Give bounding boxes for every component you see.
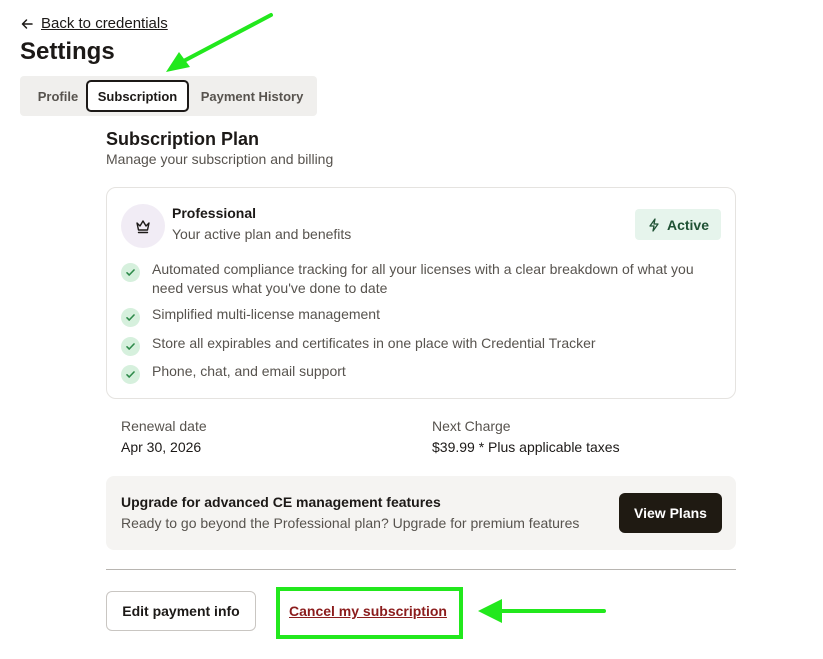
arrow-to-cancel [478,599,606,623]
plan-description: Your active plan and benefits [172,226,352,242]
feature-text: Simplified multi-license management [152,306,380,322]
divider [106,569,736,570]
status-badge-label: Active [666,216,710,233]
plan-card: Professional Your active plan and benefi… [106,187,736,399]
settings-tabs: Profile Subscription Payment History [20,76,317,116]
feature-list: Automated compliance tracking for all yo… [121,260,721,384]
renewal-date-label: Renewal date [121,418,207,434]
subscription-plan-heading: Subscription Plan [106,129,260,149]
tab-subscription[interactable]: Subscription [86,80,189,112]
status-badge: Active [635,209,721,240]
next-charge-label: Next Charge [432,418,511,434]
check-icon [121,365,140,384]
upgrade-title: Upgrade for advanced CE management featu… [121,494,441,510]
list-item: Phone, chat, and email support [121,362,721,384]
feature-text: Phone, chat, and email support [152,363,346,379]
upgrade-subtitle: Ready to go beyond the Professional plan… [121,515,580,531]
next-charge-value: $39.99 * Plus applicable taxes [432,439,620,455]
view-plans-button[interactable]: View Plans [619,493,722,533]
list-item: Automated compliance tracking for all yo… [121,260,721,298]
back-link-label[interactable]: Back to credentials [41,15,168,32]
list-item: Simplified multi-license management [121,305,721,327]
page-title: Settings [20,38,115,65]
list-item: Store all expirables and certificates in… [121,334,721,356]
back-to-credentials-link[interactable]: Back to credentials [20,15,168,32]
plan-name: Professional [172,205,257,221]
edit-payment-info-button[interactable]: Edit payment info [106,591,256,631]
subscription-plan-subtitle: Manage your subscription and billing [106,151,334,167]
crown-icon [121,204,165,248]
feature-text: Store all expirables and certificates in… [152,335,596,351]
arrow-to-tab [166,13,273,72]
upgrade-banner: Upgrade for advanced CE management featu… [106,476,736,550]
renewal-date-value: Apr 30, 2026 [121,439,202,455]
feature-text: Automated compliance tracking for all yo… [152,261,694,296]
arrow-left-icon [21,18,33,29]
cancel-subscription-link[interactable]: Cancel my subscription [289,603,447,619]
tab-payment-history[interactable]: Payment History [192,81,312,111]
check-icon [121,263,140,282]
check-icon [121,337,140,356]
lightning-icon [649,217,659,232]
check-icon [121,308,140,327]
tab-profile[interactable]: Profile [28,81,88,111]
